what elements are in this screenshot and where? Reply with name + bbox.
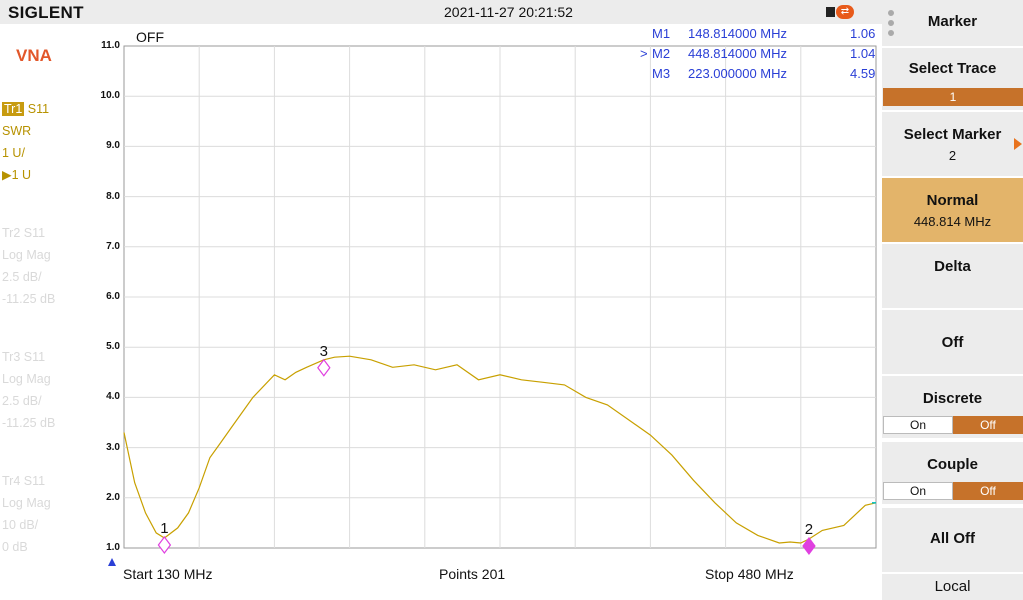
- select-trace-label: Select Trace: [908, 60, 997, 77]
- trace-format: Log Mag: [2, 248, 51, 262]
- y-tick-label: 7.0: [106, 240, 120, 252]
- submenu-arrow-icon: [1014, 138, 1022, 150]
- trace-tag: Tr3: [2, 350, 21, 364]
- off-label: Off: [941, 334, 964, 351]
- start-frequency[interactable]: Start 130 MHz: [123, 566, 212, 582]
- marker-name: M3: [652, 66, 671, 81]
- y-tick-label: 2.0: [106, 491, 120, 503]
- local-label: Local: [934, 578, 971, 595]
- y-tick-label: 9.0: [106, 140, 120, 152]
- trace-tag: Tr2: [2, 226, 21, 240]
- marker-name: M1: [652, 26, 671, 41]
- marker-value: 1.06: [850, 26, 876, 41]
- mode-label: VNA: [16, 46, 52, 65]
- trace-scale: 2.5 dB/: [2, 270, 42, 284]
- marker-freq: 148.814000 MHz: [688, 26, 788, 41]
- normal-label: Normal: [926, 192, 979, 209]
- stop-frequency[interactable]: Stop 480 MHz: [705, 566, 794, 582]
- off-label: OFF: [136, 29, 164, 45]
- brand-logo: SIGLENT: [8, 3, 84, 22]
- couple-switch[interactable]: On Off: [883, 482, 1023, 500]
- trace-scale: 2.5 dB/: [2, 394, 42, 408]
- trace-param: S11: [23, 350, 46, 364]
- all-off-button[interactable]: All Off: [882, 508, 1023, 572]
- couple-on[interactable]: On: [883, 482, 953, 500]
- trace-ref: -11.25 dB: [2, 292, 56, 306]
- off-button[interactable]: Off: [882, 310, 1023, 374]
- trace-tag: Tr1: [2, 102, 25, 116]
- trace-ref: -11.25 dB: [2, 416, 56, 430]
- trace-panel: VNA Tr1 S11 SWR 1 U/ ▶1 U Tr2 S11 Log Ma…: [0, 24, 100, 600]
- trace-scale: 10 dB/: [2, 518, 39, 532]
- marker-value: 1.04: [850, 46, 876, 61]
- marker-2-label: 2: [805, 521, 813, 538]
- sweep-points[interactable]: Points 201: [439, 566, 505, 582]
- normal-value: 448.814 MHz: [913, 214, 992, 229]
- trace-tag: Tr4: [2, 474, 21, 488]
- menu-title-label: Marker: [927, 13, 978, 30]
- select-trace-button[interactable]: Select Trace 1: [882, 48, 1023, 110]
- status-bar: SIGLENT 2021-11-27 20:21:52 ⇄: [0, 0, 882, 24]
- datetime: 2021-11-27 20:21:52: [444, 4, 573, 20]
- discrete-on[interactable]: On: [883, 416, 953, 434]
- menu-title: Marker: [882, 0, 1023, 46]
- couple-label: Couple: [927, 456, 978, 473]
- y-tick-label: 6.0: [106, 291, 120, 302]
- trace-1-info[interactable]: Tr1 S11 SWR 1 U/ ▶1 U: [2, 98, 49, 186]
- discrete-switch[interactable]: On Off: [883, 416, 1023, 434]
- marker-value: 4.59: [850, 66, 876, 81]
- trace-2-info[interactable]: Tr2 S11 Log Mag 2.5 dB/ -11.25 dB: [2, 222, 55, 310]
- trace-plot[interactable]: 1 2 3: [100, 24, 882, 574]
- trace-format: Log Mag: [2, 496, 51, 510]
- trace-param: S11: [27, 102, 50, 116]
- select-marker-label: Select Marker: [903, 126, 1002, 143]
- normal-button[interactable]: Normal 448.814 MHz: [882, 178, 1023, 242]
- trace-3-info[interactable]: Tr3 S11 Log Mag 2.5 dB/ -11.25 dB: [2, 346, 55, 434]
- all-off-label: All Off: [930, 530, 975, 547]
- trace-format: SWR: [2, 124, 32, 138]
- y-tick-label: 11.0: [101, 40, 120, 51]
- y-tick-label: 5.0: [106, 341, 120, 353]
- marker-1-label: 1: [160, 520, 168, 537]
- softkey-menu: Marker Select Trace 1 Select Marker 2 No…: [882, 0, 1023, 600]
- y-tick-label: 4.0: [106, 391, 120, 403]
- y-tick-label: 8.0: [106, 190, 120, 202]
- couple-toggle[interactable]: Couple On Off: [882, 442, 1023, 504]
- usb-icon: ⇄: [826, 5, 854, 19]
- y-tick-label: 3.0: [106, 441, 120, 453]
- delta-button[interactable]: Delta: [882, 244, 1023, 308]
- trace-ref: ▶1 U: [2, 168, 32, 182]
- couple-off[interactable]: Off: [953, 482, 1023, 500]
- discrete-toggle[interactable]: Discrete On Off: [882, 376, 1023, 438]
- delta-label: Delta: [934, 258, 971, 275]
- trace-format: Log Mag: [2, 372, 51, 386]
- select-marker-button[interactable]: Select Marker 2: [882, 112, 1023, 176]
- marker-freq: 223.000000 MHz: [688, 66, 788, 81]
- grip-icon: [888, 10, 894, 36]
- trace-scale: 1 U/: [2, 146, 25, 160]
- reference-arrow-icon: [108, 558, 116, 566]
- y-tick-label: 1.0: [106, 542, 120, 553]
- marker-name: M2: [652, 46, 671, 61]
- trace-ref: 0 dB: [2, 540, 28, 554]
- y-tick-label: 10.0: [100, 90, 120, 102]
- marker-3-label: 3: [320, 343, 328, 360]
- discrete-label: Discrete: [922, 390, 983, 407]
- trace-4-info[interactable]: Tr4 S11 Log Mag 10 dB/ 0 dB: [2, 470, 51, 558]
- local-button[interactable]: Local: [882, 574, 1023, 600]
- trace-param: S11: [23, 474, 46, 488]
- marker-freq: 448.814000 MHz: [688, 46, 788, 61]
- discrete-off[interactable]: Off: [953, 416, 1023, 434]
- trace-param: S11: [23, 226, 46, 240]
- marker-prefix: >: [640, 46, 648, 61]
- select-marker-value: 2: [948, 148, 957, 163]
- select-trace-value[interactable]: 1: [883, 88, 1023, 106]
